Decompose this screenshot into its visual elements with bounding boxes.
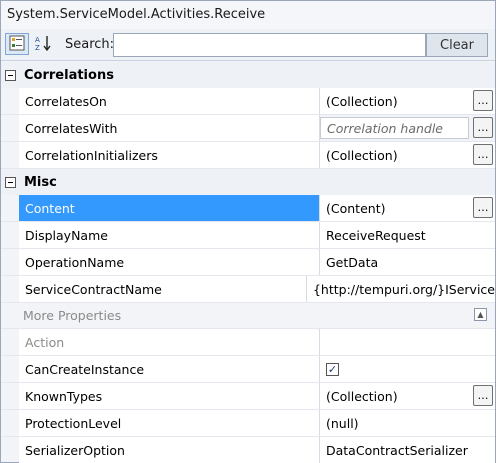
ellipsis-button[interactable]: … (473, 144, 493, 165)
window-title: System.ServiceModel.Activities.Receive (1, 1, 495, 29)
search-label: Search: (65, 37, 115, 52)
property-name: Content (19, 195, 320, 221)
property-value[interactable]: (Collection) (320, 383, 495, 409)
category-label: Misc (24, 174, 57, 190)
categorized-view-button[interactable] (5, 33, 29, 55)
property-value[interactable]: ✓ (320, 356, 495, 382)
property-name: CorrelatesWith (19, 115, 320, 141)
property-row-operationname[interactable]: OperationName GetData (1, 249, 495, 276)
ellipsis-button[interactable]: … (473, 117, 493, 138)
categorized-icon (9, 35, 25, 54)
search-input[interactable] (113, 33, 426, 57)
property-grid-window: System.ServiceModel.Activities.Receive A… (0, 0, 496, 463)
property-name: ProtectionLevel (19, 410, 320, 436)
collapse-icon[interactable] (5, 176, 16, 188)
svg-text:Z: Z (35, 44, 40, 52)
toolbar: A Z Search: Clear (1, 29, 495, 61)
property-row-displayname[interactable]: DisplayName ReceiveRequest (1, 222, 495, 249)
property-name: OperationName (19, 249, 320, 275)
category-label: Correlations (24, 67, 114, 83)
property-value[interactable]: (Content) (320, 195, 495, 221)
property-row-serializeroption[interactable]: SerializerOption DataContractSerializer (1, 437, 495, 463)
checkbox-checked-icon[interactable]: ✓ (326, 362, 339, 376)
property-row-correlateson[interactable]: CorrelatesOn (Collection) … (1, 88, 495, 115)
property-name: CorrelationInitializers (19, 142, 320, 168)
more-properties-label: More Properties (23, 308, 122, 323)
correlation-handle-input[interactable]: Correlation handle (320, 117, 469, 139)
category-misc[interactable]: Misc (1, 169, 495, 195)
more-properties-header[interactable]: More Properties ▲ (1, 303, 495, 329)
property-row-knowntypes[interactable]: KnownTypes (Collection) … (1, 383, 495, 410)
property-name: CorrelatesOn (19, 88, 320, 114)
property-row-cancreateinstance[interactable]: CanCreateInstance ✓ (1, 356, 495, 383)
property-value[interactable]: (Collection) (320, 142, 495, 168)
collapse-up-icon[interactable]: ▲ (474, 308, 487, 321)
property-value[interactable]: DataContractSerializer (320, 437, 495, 463)
property-value[interactable]: ReceiveRequest (320, 222, 495, 248)
property-name: DisplayName (19, 222, 320, 248)
property-name: SerializerOption (19, 437, 320, 463)
property-row-servicecontractname[interactable]: ServiceContractName {http://tempuri.org/… (1, 276, 495, 303)
property-name: CanCreateInstance (19, 356, 320, 382)
property-row-protectionlevel[interactable]: ProtectionLevel (null) (1, 410, 495, 437)
category-correlations[interactable]: Correlations (1, 62, 495, 88)
property-grid: Correlations CorrelatesOn (Collection) …… (1, 62, 495, 463)
property-value[interactable]: {http://tempuri.org/}IService (306, 276, 495, 302)
property-name: Action (19, 329, 320, 355)
property-value[interactable] (320, 329, 495, 355)
property-value[interactable]: (Collection) (320, 88, 495, 114)
property-name: ServiceContractName (19, 276, 307, 302)
property-row-correlateswith[interactable]: CorrelatesWith Correlation handle … (1, 115, 495, 142)
sort-az-icon: A Z (34, 34, 52, 55)
property-value[interactable]: GetData (320, 249, 495, 275)
ellipsis-button[interactable]: … (473, 385, 493, 406)
property-row-action[interactable]: Action (1, 329, 495, 356)
svg-text:A: A (35, 36, 40, 44)
ellipsis-button[interactable]: … (473, 90, 493, 111)
property-name: KnownTypes (19, 383, 320, 409)
property-row-content[interactable]: Content (Content) … (1, 195, 495, 222)
clear-button[interactable]: Clear (426, 33, 488, 57)
property-row-correlationinitializers[interactable]: CorrelationInitializers (Collection) … (1, 142, 495, 169)
collapse-icon[interactable] (5, 69, 16, 81)
ellipsis-button[interactable]: … (473, 197, 493, 218)
alphabetical-view-button[interactable]: A Z (31, 33, 55, 55)
property-value[interactable]: (null) (320, 410, 495, 436)
